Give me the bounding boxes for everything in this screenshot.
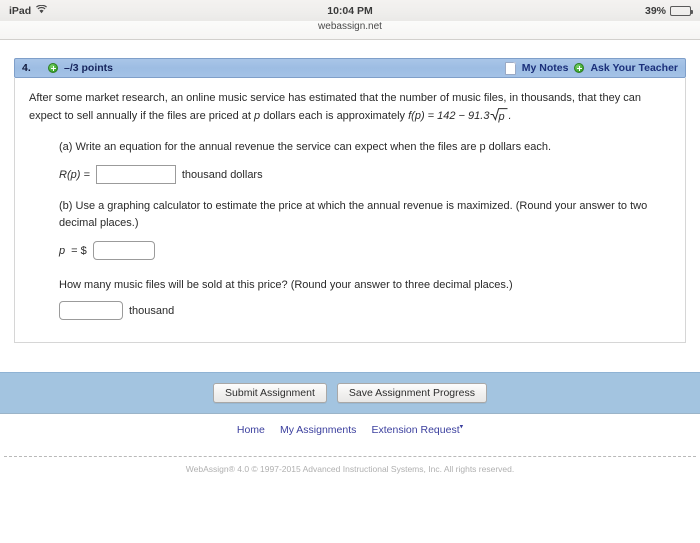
footer-link-extension-request[interactable]: Extension Request▾ bbox=[371, 423, 464, 436]
part-a-answer-prefix: R(p) = bbox=[59, 168, 90, 181]
status-bar-right: 39% bbox=[644, 4, 693, 17]
question-header-actions: My Notes Ask Your Teacher bbox=[504, 61, 678, 75]
part-a-label: (a) bbox=[59, 141, 73, 153]
square-root-icon: p bbox=[489, 107, 508, 125]
plus-circle-icon[interactable] bbox=[48, 63, 58, 73]
page-content: 4. –/3 points My Notes Ask Your Teacher … bbox=[0, 58, 700, 543]
copyright-notice: WebAssign® 4.0 © 1997-2015 Advanced Inst… bbox=[185, 464, 515, 474]
submit-assignment-button[interactable]: Submit Assignment bbox=[213, 383, 327, 403]
formula-trailing: . bbox=[508, 110, 512, 122]
question-container: 4. –/3 points My Notes Ask Your Teacher … bbox=[14, 58, 686, 343]
wifi-icon bbox=[36, 4, 48, 17]
part-c-answer-unit: thousand bbox=[129, 304, 175, 317]
part-a-prompt: Write an equation for the annual revenue… bbox=[75, 141, 552, 153]
part-c-text: How many music files will be sold at thi… bbox=[59, 279, 513, 291]
part-b-variable-p: p bbox=[59, 244, 66, 257]
status-bar-clock: 10:04 PM bbox=[327, 4, 373, 17]
function-formula: f(p) = 142 − 91.3 p. bbox=[408, 107, 512, 125]
ask-teacher-plus-circle-icon[interactable] bbox=[574, 63, 585, 73]
footer-navigation: Home My Assignments Extension Request▾ bbox=[0, 422, 700, 436]
part-a-answer-unit: thousand dollars bbox=[181, 168, 263, 181]
battery-percent-label: 39% bbox=[644, 4, 666, 17]
battery-icon bbox=[670, 5, 693, 16]
assignment-action-bar: Submit Assignment Save Assignment Progre… bbox=[0, 372, 700, 414]
ask-your-teacher-link[interactable]: Ask Your Teacher bbox=[590, 62, 678, 74]
footer-link-home[interactable]: Home bbox=[237, 424, 265, 436]
notes-page-icon[interactable] bbox=[504, 61, 516, 75]
part-c-answer-input[interactable] bbox=[59, 301, 123, 320]
browser-url-bar[interactable]: webassign.net bbox=[0, 21, 700, 40]
device-name-label: iPad bbox=[9, 4, 32, 17]
url-text: webassign.net bbox=[318, 21, 382, 32]
my-notes-link[interactable]: My Notes bbox=[522, 62, 569, 74]
part-a-answer-input[interactable] bbox=[95, 165, 176, 184]
part-a-text: (a) Write an equation for the annual rev… bbox=[59, 139, 659, 156]
part-a: (a) Write an equation for the annual rev… bbox=[29, 139, 671, 184]
dropdown-caret-icon: ▾ bbox=[459, 423, 464, 430]
part-b-answer-row: p = $ bbox=[59, 241, 671, 260]
prompt-line-1: After some market research, an online mu… bbox=[29, 92, 642, 104]
footer-divider bbox=[4, 456, 696, 457]
part-b-label: (b) bbox=[59, 200, 73, 212]
part-b-text: (b) Use a graphing calculator to estimat… bbox=[59, 198, 659, 232]
part-a-answer-row: R(p) = thousand dollars bbox=[59, 165, 671, 184]
part-c-answer-row: thousand bbox=[59, 301, 671, 320]
question-header-bar: 4. –/3 points My Notes Ask Your Teacher bbox=[14, 58, 686, 78]
part-b-answer-prefix: = $ bbox=[71, 244, 87, 257]
part-b-prompt: Use a graphing calculator to estimate th… bbox=[59, 200, 648, 229]
question-points-label: –/3 points bbox=[64, 62, 114, 74]
formula-lead: f(p) = 142 − 91.3 bbox=[408, 110, 490, 122]
question-body: After some market research, an online mu… bbox=[14, 78, 686, 343]
footer-link-extension-request-label: Extension Request bbox=[371, 423, 460, 436]
footer-link-my-assignments[interactable]: My Assignments bbox=[280, 424, 356, 436]
part-b: (b) Use a graphing calculator to estimat… bbox=[29, 198, 671, 260]
question-prompt: After some market research, an online mu… bbox=[29, 90, 654, 125]
save-assignment-progress-button[interactable]: Save Assignment Progress bbox=[336, 383, 487, 403]
prompt-line-2-pre: expect to sell annually if the files are… bbox=[29, 110, 255, 122]
part-b-answer-input[interactable] bbox=[92, 241, 155, 260]
status-bar-left: iPad bbox=[9, 4, 48, 17]
question-number: 4. bbox=[22, 62, 31, 74]
radicand-p: p bbox=[498, 111, 505, 123]
prompt-line-2-post: dollars each is approximately bbox=[260, 110, 409, 122]
part-c: How many music files will be sold at thi… bbox=[29, 277, 671, 320]
ios-status-bar: iPad 10:04 PM 39% bbox=[0, 0, 700, 21]
